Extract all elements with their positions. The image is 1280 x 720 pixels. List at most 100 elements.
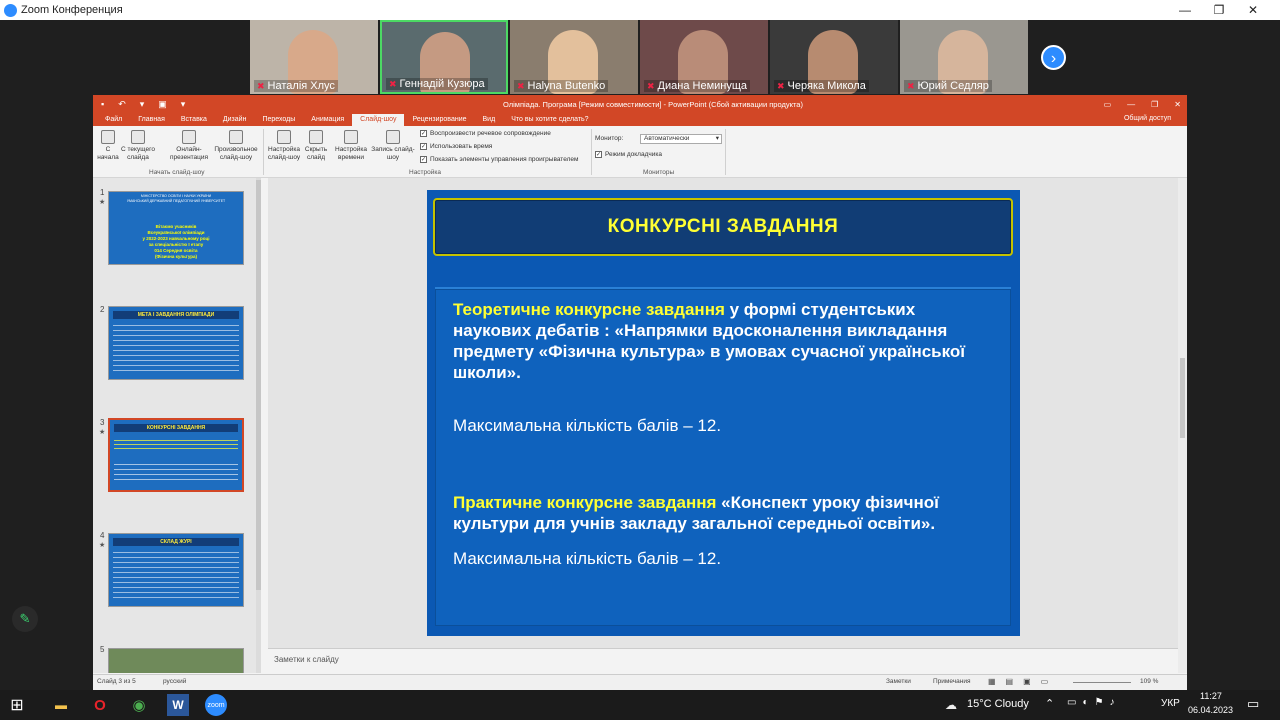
slide-thumb-1[interactable]: МІНІСТЕРСТВО ОСВІТИ І НАУКИ УКРАЇНИ УМАНС… bbox=[108, 191, 244, 265]
tab-transitions[interactable]: Переходы bbox=[254, 114, 303, 126]
notes-pane[interactable]: Заметки к слайду bbox=[268, 648, 1178, 673]
use-timings-checkbox[interactable]: ✓ Использовать время bbox=[420, 143, 492, 150]
current-slide[interactable]: КОНКУРСНІ ЗАВДАННЯ Теоретичне конкурсне … bbox=[427, 190, 1020, 636]
opera-icon[interactable]: O bbox=[89, 694, 111, 716]
slide-thumb-3[interactable]: КОНКУРСНІ ЗАВДАННЯ bbox=[108, 418, 244, 492]
zoom-slider[interactable] bbox=[1073, 682, 1131, 683]
mic-muted-icon: ✖ bbox=[777, 80, 785, 91]
tray-icons[interactable]: ▭◐⚑♪ bbox=[1067, 697, 1120, 708]
group-label-setup: Настройка bbox=[409, 169, 441, 176]
group-label-monitors: Мониторы bbox=[643, 169, 675, 176]
clock-date[interactable]: 06.04.2023 bbox=[1188, 705, 1233, 715]
participant-tile[interactable]: ✖ Черяка Микола bbox=[770, 20, 898, 94]
slide-thumb-4[interactable]: СКЛАД ЖУРІ bbox=[108, 533, 244, 607]
presenter-view-checkbox[interactable]: ✓ Режим докладчика bbox=[595, 151, 662, 158]
ppt-maximize-button[interactable]: ❐ bbox=[1151, 100, 1158, 109]
maximize-button[interactable]: ❐ bbox=[1202, 0, 1236, 20]
next-participants-button[interactable]: › bbox=[1041, 45, 1066, 70]
view-buttons[interactable]: ▦▤▣▭ bbox=[988, 677, 1058, 686]
language-status[interactable]: русский bbox=[163, 678, 186, 685]
from-beginning-button[interactable]: С начала bbox=[97, 130, 119, 162]
zoom-level[interactable]: 109 % bbox=[1140, 678, 1158, 685]
ribbon-tabs: Файл Главная Вставка Дизайн Переходы Ани… bbox=[93, 113, 1187, 126]
pen-icon[interactable]: ✎ bbox=[12, 606, 38, 632]
slide-title: КОНКУРСНІ ЗАВДАННЯ bbox=[607, 216, 839, 237]
mic-muted-icon: ✖ bbox=[907, 80, 915, 91]
record-slideshow-button[interactable]: Запись слайд-шоу bbox=[369, 130, 417, 162]
participant-name: Юрий Седляр bbox=[917, 80, 989, 92]
canvas-scrollbar[interactable] bbox=[1178, 178, 1187, 673]
thumbs-scrollbar[interactable] bbox=[256, 178, 261, 673]
zoom-logo-icon bbox=[4, 3, 17, 17]
ppt-minimize-button[interactable]: — bbox=[1127, 100, 1135, 109]
minimize-button[interactable]: — bbox=[1168, 0, 1202, 20]
undo-icon[interactable]: ↶ bbox=[118, 99, 126, 110]
tab-design[interactable]: Дизайн bbox=[215, 114, 255, 126]
task-theoretical: Теоретичне конкурсне завдання у формі ст… bbox=[453, 300, 966, 382]
participant-tile[interactable]: ✖ Наlyna Butenko bbox=[510, 20, 638, 94]
weather-icon[interactable]: ☁ bbox=[940, 694, 962, 716]
save-icon[interactable]: ▪ bbox=[101, 99, 104, 110]
rehearse-timings-button[interactable]: Настройка времени bbox=[333, 130, 369, 162]
monitor-select[interactable]: Автоматически ▾ bbox=[640, 134, 722, 144]
notes-toggle[interactable]: Заметки bbox=[886, 678, 911, 685]
tray-chevron-icon[interactable]: ⌃ bbox=[1045, 697, 1054, 710]
participant-tile[interactable]: ✖ Диана Неминуща bbox=[640, 20, 768, 94]
slideshow-icon[interactable]: ▣ bbox=[158, 99, 167, 110]
share-button[interactable]: Общий доступ bbox=[1116, 113, 1179, 125]
comments-toggle[interactable]: Примечания bbox=[933, 678, 971, 685]
participant-name: Черяка Микола bbox=[787, 80, 866, 92]
undo-dropdown-icon[interactable]: ▾ bbox=[140, 99, 145, 110]
custom-slideshow-button[interactable]: Произвольное слайд-шоу bbox=[211, 130, 261, 162]
word-icon[interactable]: W bbox=[167, 694, 189, 716]
tab-review[interactable]: Рецензирование bbox=[404, 114, 474, 126]
participant-tile[interactable]: ✖ Геннадій Кузюра bbox=[380, 20, 508, 94]
chrome-icon[interactable]: ◉ bbox=[128, 694, 150, 716]
participant-tile[interactable]: ✖ Наталія Хлус bbox=[250, 20, 378, 94]
tab-home[interactable]: Главная bbox=[130, 114, 173, 126]
participant-tile[interactable]: ✖ Юрий Седляр bbox=[900, 20, 1028, 94]
from-current-button[interactable]: С текущего слайда bbox=[119, 130, 157, 162]
thumb-number: 4 bbox=[100, 531, 105, 540]
file-explorer-icon[interactable]: ▬ bbox=[50, 694, 72, 716]
powerpoint-window: ▪ ↶ ▾ ▣ ▾ Олімпіада. Програма [Режим сов… bbox=[93, 95, 1187, 690]
thumb-star-icon: ★ bbox=[99, 199, 106, 206]
slide-body: Теоретичне конкурсне завдання у формі ст… bbox=[435, 287, 1011, 626]
close-button[interactable]: ✕ bbox=[1236, 0, 1270, 20]
play-narrations-checkbox[interactable]: ✓ Воспроизвести речевое сопровождение bbox=[420, 130, 551, 137]
thumb-number: 2 bbox=[100, 305, 105, 314]
online-present-icon bbox=[182, 130, 196, 144]
online-presentation-button[interactable]: Онлайн-презентация bbox=[167, 130, 211, 162]
slide-thumb-5[interactable] bbox=[108, 648, 244, 673]
thumb-star-icon: ★ bbox=[99, 542, 106, 549]
tab-view[interactable]: Вид bbox=[475, 114, 504, 126]
participant-name: Наlyna Butenko bbox=[527, 80, 606, 92]
status-bar: Слайд 3 из 5 русский Заметки Примечания … bbox=[93, 674, 1187, 690]
mic-muted-icon: ✖ bbox=[389, 78, 397, 89]
ribbon-display-icon[interactable]: ▭ bbox=[1104, 100, 1112, 109]
score-theoretical: Максимальна кількість балів – 12. bbox=[453, 416, 722, 435]
language-indicator[interactable]: УКР bbox=[1161, 698, 1180, 709]
clock-time[interactable]: 11:27 bbox=[1200, 691, 1222, 701]
checkbox-checked-icon: ✓ bbox=[420, 156, 427, 163]
notification-icon[interactable]: ▭ bbox=[1247, 696, 1259, 712]
weather-text[interactable]: 15°C Cloudy bbox=[967, 698, 1029, 710]
slide-title-box: КОНКУРСНІ ЗАВДАННЯ bbox=[433, 198, 1013, 256]
show-media-controls-checkbox[interactable]: ✓ Показать элементы управления проигрыват… bbox=[420, 156, 578, 163]
customize-qa-icon[interactable]: ▾ bbox=[181, 99, 186, 110]
record-icon bbox=[386, 130, 400, 144]
thumb-text-lines bbox=[113, 552, 239, 602]
tab-file[interactable]: Файл bbox=[97, 114, 130, 126]
checkbox-checked-icon: ✓ bbox=[420, 143, 427, 150]
setup-icon bbox=[277, 130, 291, 144]
tab-slideshow[interactable]: Слайд-шоу bbox=[352, 114, 405, 126]
tell-me-search[interactable]: Что вы хотите сделать? bbox=[503, 114, 596, 126]
ppt-close-button[interactable]: ✕ bbox=[1174, 100, 1181, 109]
tab-insert[interactable]: Вставка bbox=[173, 114, 215, 126]
zoom-app-icon[interactable]: zoom bbox=[205, 694, 227, 716]
tab-animation[interactable]: Анимация bbox=[303, 114, 352, 126]
hide-slide-button[interactable]: Скрыть слайд bbox=[303, 130, 329, 162]
slide-thumb-2[interactable]: МЕТА І ЗАВДАННЯ ОЛІМПІАДИ bbox=[108, 306, 244, 380]
setup-slideshow-button[interactable]: Настройка слайд-шоу bbox=[265, 130, 303, 162]
windows-start-icon[interactable]: ⊞ bbox=[6, 694, 28, 716]
